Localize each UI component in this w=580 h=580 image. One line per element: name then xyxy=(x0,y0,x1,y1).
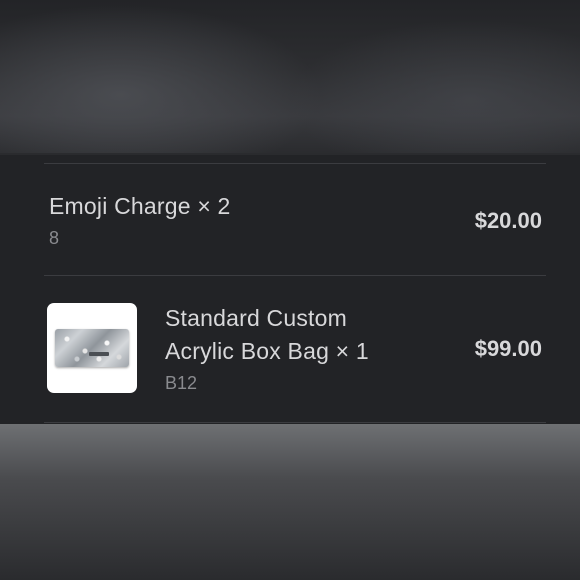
order-summary-screen: Emoji Charge × 2 8 $20.00 Standard Custo… xyxy=(0,0,580,580)
blurred-backdrop-bottom xyxy=(0,424,580,580)
list-divider xyxy=(44,163,546,164)
list-divider xyxy=(44,275,546,276)
item-price: $20.00 xyxy=(474,208,542,233)
order-items-list: Emoji Charge × 2 8 $20.00 Standard Custo… xyxy=(0,155,580,424)
item-subtitle: B12 xyxy=(165,373,198,393)
blurred-backdrop-top xyxy=(0,0,580,155)
acrylic-box-bag-image xyxy=(47,303,137,393)
item-subtitle: 8 xyxy=(49,228,60,248)
item-title-line-1: Standard Custom xyxy=(165,305,347,331)
clasp-icon xyxy=(89,352,109,356)
list-divider xyxy=(44,422,546,423)
item-price: $99.00 xyxy=(474,336,542,361)
item-title: Emoji Charge × 2 xyxy=(49,193,231,219)
bag-icon xyxy=(55,329,129,367)
item-title-line-2: Acrylic Box Bag × 1 xyxy=(165,338,369,364)
